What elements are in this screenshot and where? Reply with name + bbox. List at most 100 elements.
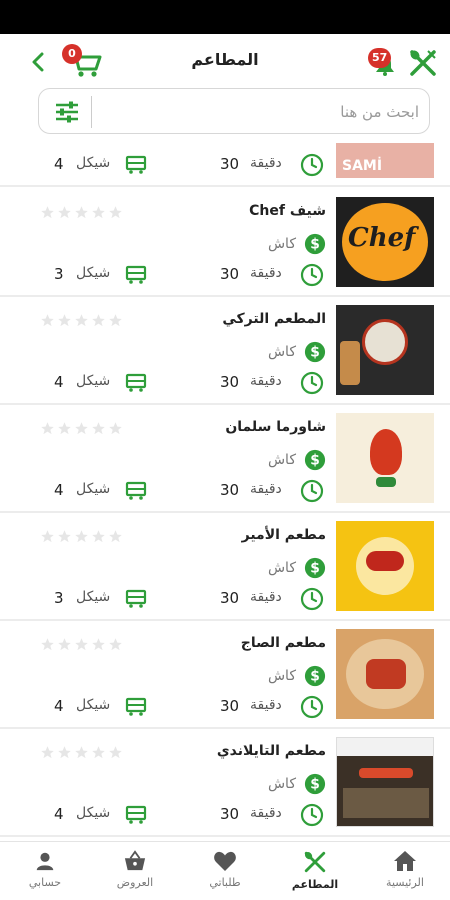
delivery-time-value: 30 — [220, 697, 240, 715]
svg-text:$: $ — [310, 777, 320, 793]
time-unit: دقيقة — [250, 481, 282, 497]
star-icon — [75, 638, 88, 651]
restaurant-row[interactable]: المطعم التركي $ كاش دقيقة 30 شيكل 4 — [0, 297, 450, 405]
star-icon — [58, 314, 71, 327]
nav-label: المطاعم — [291, 878, 339, 891]
price-unit: شيكل — [76, 589, 111, 605]
heart-icon — [214, 851, 236, 871]
svg-text:$: $ — [310, 453, 320, 469]
time-unit: دقيقة — [250, 265, 282, 281]
app-header: 0 المطاعم 57 — [0, 34, 450, 90]
star-icon — [75, 314, 88, 327]
restaurant-row[interactable]: مطعم الصاج $ كاش دقيقة 30 شيكل 4 — [0, 621, 450, 729]
svg-text:$: $ — [310, 345, 320, 361]
delivery-truck-icon — [125, 481, 147, 500]
utensils-icon — [304, 851, 326, 873]
star-icon — [109, 746, 122, 759]
delivery-truck-icon — [125, 155, 147, 174]
nav-item-restaurants[interactable]: المطاعم — [275, 850, 355, 896]
payment-method: $ كاش — [268, 773, 326, 795]
restaurant-row[interactable]: مطعم التايلاندي $ كاش دقيقة 30 شيكل 4 — [0, 729, 450, 837]
payment-method: $ كاش — [268, 449, 326, 471]
delivery-price-value: 3 — [54, 589, 64, 607]
star-icon — [41, 314, 54, 327]
nav-label: العروض — [116, 876, 154, 889]
dollar-icon: $ — [304, 449, 326, 471]
restaurant-name: مطعم الصاج — [240, 635, 326, 651]
nav-item-offers[interactable]: العروض — [95, 850, 175, 896]
nav-item-account[interactable]: حسابي — [5, 850, 85, 896]
clock-icon — [300, 695, 324, 719]
utensils-logo[interactable] — [408, 48, 438, 78]
rating-stars — [40, 529, 123, 544]
price-unit: شيكل — [76, 805, 111, 821]
restaurant-row[interactable]: مطعم الأمير $ كاش دقيقة 30 شيكل 3 — [0, 513, 450, 621]
home-icon — [394, 851, 416, 871]
restaurant-list[interactable]: SAMİ دقيقة 30 شيكل 4 Chef شيف Chef $ كاش — [0, 143, 450, 841]
restaurant-name: شيف Chef — [249, 203, 326, 219]
svg-text:$: $ — [310, 669, 320, 685]
nav-label: حسابي — [28, 876, 62, 889]
time-unit: دقيقة — [250, 805, 282, 821]
dollar-icon: $ — [304, 665, 326, 687]
status-bar — [0, 0, 450, 34]
clock-icon — [300, 803, 324, 827]
delivery-truck-icon — [125, 265, 147, 284]
dollar-icon: $ — [304, 341, 326, 363]
star-icon — [41, 206, 54, 219]
restaurant-name: شاورما سلمان — [225, 419, 326, 435]
nav-item-orders[interactable]: طلباتي — [185, 850, 265, 896]
notifications-button[interactable]: 57 — [366, 44, 402, 80]
star-icon — [109, 314, 122, 327]
payment-method: $ كاش — [268, 341, 326, 363]
price-unit: شيكل — [76, 373, 111, 389]
payment-method: $ كاش — [268, 557, 326, 579]
dollar-icon: $ — [304, 773, 326, 795]
search-input[interactable] — [101, 95, 419, 129]
rating-stars — [40, 745, 123, 760]
clock-icon — [300, 263, 324, 287]
star-icon — [58, 530, 71, 543]
delivery-time-value: 30 — [220, 805, 240, 823]
rating-stars — [40, 205, 123, 220]
restaurant-row[interactable]: شاورما سلمان $ كاش دقيقة 30 شيكل 4 — [0, 405, 450, 513]
delivery-truck-icon — [125, 697, 147, 716]
restaurant-row[interactable]: Chef شيف Chef $ كاش دقيقة 30 شيكل 3 — [0, 189, 450, 297]
star-icon — [109, 206, 122, 219]
nav-label: طلباتي — [209, 876, 241, 889]
star-icon — [109, 422, 122, 435]
price-unit: شيكل — [76, 155, 111, 171]
star-icon — [92, 530, 105, 543]
payment-method: $ كاش — [268, 233, 326, 255]
delivery-truck-icon — [125, 373, 147, 392]
star-icon — [75, 530, 88, 543]
clock-icon — [300, 479, 324, 503]
nav-item-home[interactable]: الرئيسية — [365, 850, 445, 896]
search-bar — [38, 88, 430, 134]
time-unit: دقيقة — [250, 373, 282, 389]
restaurant-name: المطعم التركي — [222, 311, 326, 327]
delivery-price-value: 4 — [54, 805, 64, 823]
star-icon — [92, 314, 105, 327]
star-icon — [58, 422, 71, 435]
sliders-icon — [56, 101, 78, 123]
filter-button[interactable] — [53, 98, 81, 126]
bottom-navigation: حسابي العروض طلباتي المطاعم الرئيسية — [0, 841, 450, 900]
time-unit: دقيقة — [250, 697, 282, 713]
delivery-time-value: 30 — [220, 589, 240, 607]
restaurant-row[interactable]: SAMİ دقيقة 30 شيكل 4 — [0, 143, 450, 187]
clock-icon — [300, 587, 324, 611]
payment-label: كاش — [267, 452, 296, 468]
star-icon — [41, 530, 54, 543]
delivery-price-value: 4 — [54, 697, 64, 715]
payment-label: كاش — [267, 560, 296, 576]
restaurant-name: مطعم الأمير — [241, 527, 326, 543]
star-icon — [41, 746, 54, 759]
star-icon — [75, 746, 88, 759]
payment-label: كاش — [267, 776, 296, 792]
restaurant-name: مطعم التايلاندي — [216, 743, 326, 759]
rating-stars — [40, 637, 123, 652]
delivery-time-value: 30 — [220, 373, 240, 391]
star-icon — [41, 638, 54, 651]
time-unit: دقيقة — [250, 589, 282, 605]
